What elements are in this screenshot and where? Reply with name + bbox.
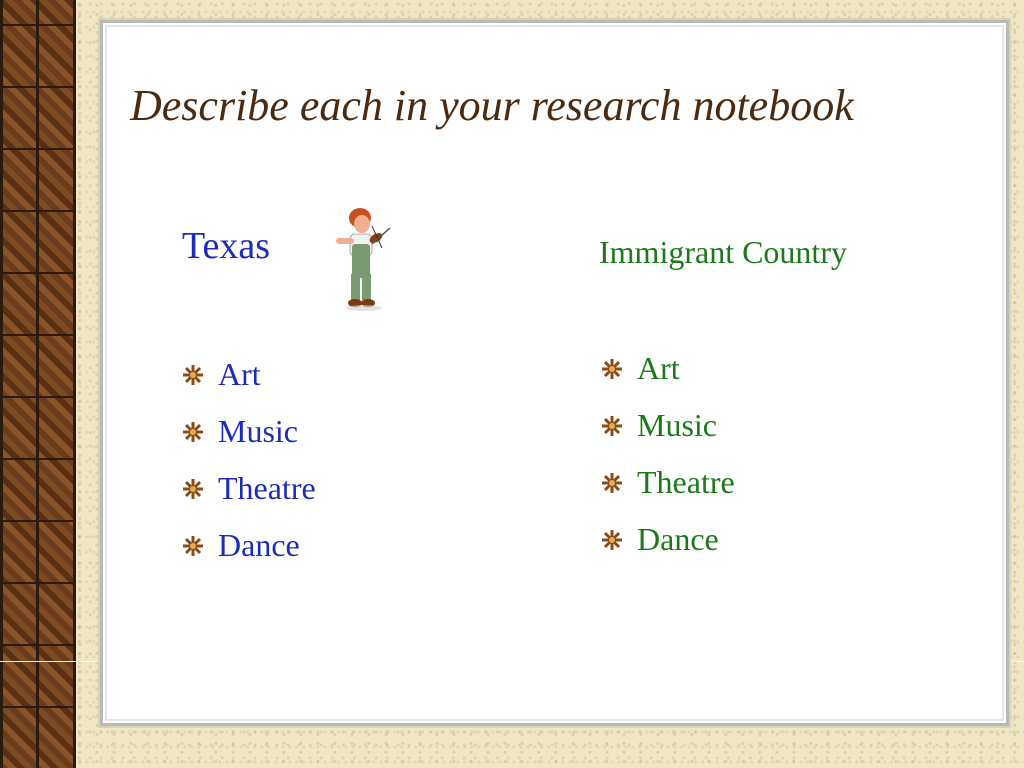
sun-star-bullet-icon — [602, 472, 622, 493]
list-item-label: Theatre — [637, 464, 735, 500]
sun-star-bullet-icon — [183, 364, 203, 385]
list-item: Dance — [601, 511, 735, 568]
texas-list: Art Music Theatre Dance — [182, 346, 316, 574]
sun-star-bullet-icon — [183, 421, 203, 442]
sun-star-bullet-icon — [602, 415, 622, 436]
texas-heading: Texas — [182, 225, 271, 267]
fiddler-clipart — [336, 208, 391, 311]
list-item-label: Music — [637, 407, 717, 443]
wood-border — [0, 0, 76, 768]
list-item: Music — [182, 403, 316, 460]
sun-star-bullet-icon — [602, 358, 622, 379]
list-item: Art — [601, 340, 735, 397]
list-item-label: Theatre — [218, 470, 316, 506]
immigrant-country-heading: Immigrant Country — [599, 234, 847, 270]
list-item-label: Music — [218, 413, 298, 449]
list-item: Art — [182, 346, 316, 403]
list-item-label: Art — [637, 350, 680, 386]
sun-star-bullet-icon — [183, 478, 203, 499]
immigrant-country-list: Art Music Theatre Dance — [601, 340, 735, 568]
list-item-label: Art — [218, 356, 261, 392]
sun-star-bullet-icon — [183, 535, 203, 556]
sun-star-bullet-icon — [602, 529, 622, 550]
list-item-label: Dance — [637, 521, 719, 557]
slide-title: Describe each in your research notebook — [130, 81, 854, 130]
list-item: Music — [601, 397, 735, 454]
list-item: Dance — [182, 517, 316, 574]
list-item-label: Dance — [218, 527, 300, 563]
list-item: Theatre — [601, 454, 735, 511]
list-item: Theatre — [182, 460, 316, 517]
